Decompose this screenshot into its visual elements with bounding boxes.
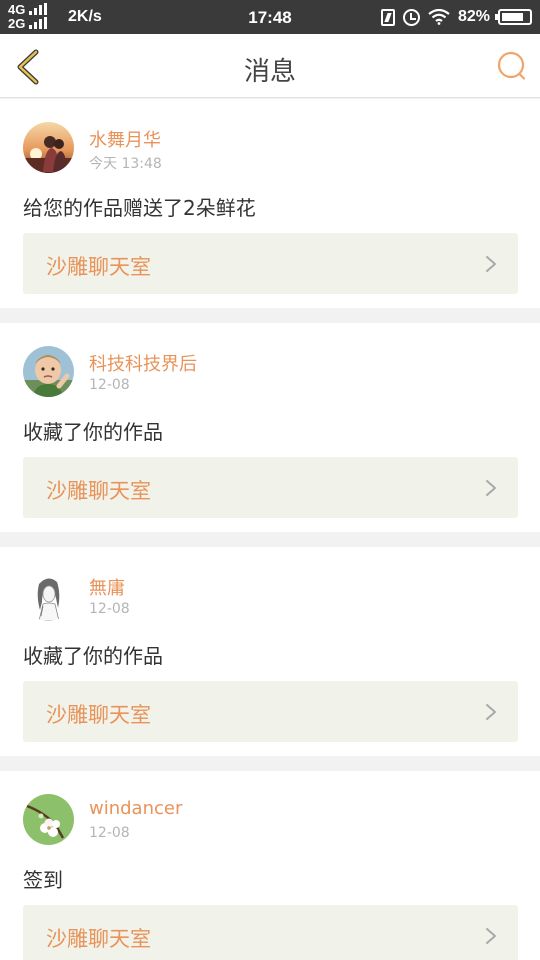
room-link[interactable]: 沙雕聊天室 [23,905,518,960]
battery-percent: 82% [457,8,490,25]
chevron-right-icon [486,480,496,496]
message-card: windancer 12-08 签到 沙雕聊天室 [0,771,540,960]
avatar[interactable] [23,122,74,173]
page-title: 消息 [243,57,296,87]
message-time: 12-08 [89,601,130,617]
message-time: 12-08 [89,377,130,393]
battery-icon [495,9,532,25]
username[interactable]: 科技科技界后 [89,350,197,376]
message-text: 收藏了你的作品 [23,644,163,668]
battery-fill [502,13,523,21]
room-name: 沙雕聊天室 [46,255,151,279]
message-time: 12-08 [89,825,130,841]
avatar-image [23,794,74,845]
avatar[interactable] [23,794,74,845]
wifi-icon [428,9,450,25]
username[interactable]: 水舞月华 [89,126,161,152]
chevron-right-icon [486,928,496,944]
avatar[interactable] [23,570,74,621]
status-icons: 82% [380,5,532,29]
search-icon[interactable] [496,50,528,82]
message-card: 無庸 12-08 收藏了你的作品 沙雕聊天室 [0,547,540,756]
room-name: 沙雕聊天室 [46,703,151,727]
avatar-image [23,570,74,621]
header: 消息 [0,34,540,98]
room-link[interactable]: 沙雕聊天室 [23,681,518,742]
room-link[interactable]: 沙雕聊天室 [23,457,518,518]
charging-icon [380,8,395,26]
avatar[interactable] [23,346,74,397]
chevron-right-icon [486,256,496,272]
avatar-image [23,346,74,397]
message-time: 今天 13:48 [89,156,162,172]
message-text: 收藏了你的作品 [23,420,163,444]
status-bar: 4G 2G 2K/s 17:48 82% [0,0,540,34]
message-card: 水舞月华 今天 13:48 给您的作品赠送了2朵鲜花 沙雕聊天室 [0,99,540,308]
avatar-image [23,122,74,173]
message-text: 给您的作品赠送了2朵鲜花 [23,196,256,220]
username[interactable]: windancer [89,798,182,819]
room-link[interactable]: 沙雕聊天室 [23,233,518,294]
username[interactable]: 無庸 [89,574,125,600]
room-name: 沙雕聊天室 [46,927,151,951]
message-card: 科技科技界后 12-08 收藏了你的作品 沙雕聊天室 [0,323,540,532]
chevron-right-icon [486,704,496,720]
alarm-icon [402,8,420,26]
message-text: 签到 [23,868,63,892]
room-name: 沙雕聊天室 [46,479,151,503]
